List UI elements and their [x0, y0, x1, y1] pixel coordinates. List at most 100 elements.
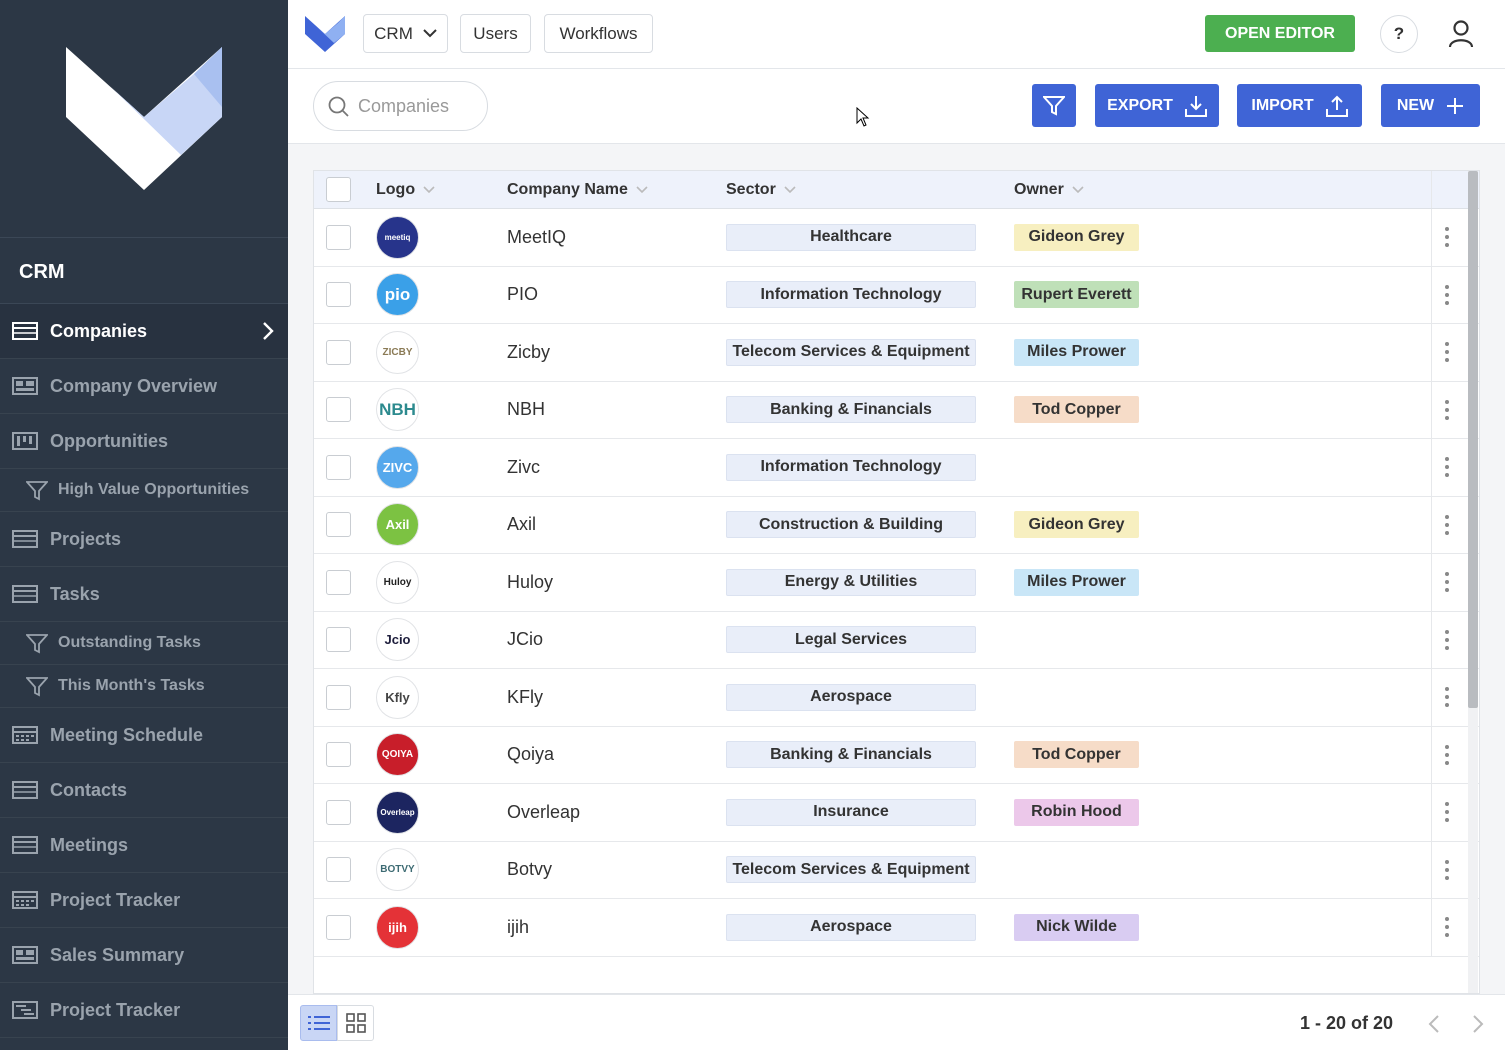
more-options-icon[interactable]	[1445, 859, 1449, 880]
more-options-icon[interactable]	[1445, 514, 1449, 535]
row-checkbox[interactable]	[326, 684, 351, 710]
list-view-button[interactable]	[300, 1005, 337, 1041]
row-checkbox[interactable]	[326, 339, 351, 365]
sidebar-item-opportunities[interactable]: Opportunities	[0, 414, 288, 469]
nav-crm-dropdown[interactable]: CRM	[363, 14, 448, 53]
more-options-icon[interactable]	[1445, 744, 1449, 765]
list-icon	[307, 1016, 330, 1030]
sidebar-item-project-tracker[interactable]: Project Tracker	[0, 983, 288, 1038]
table-row[interactable]: ZIVC Zivc Information Technology	[314, 439, 1479, 497]
filter-button[interactable]	[1032, 84, 1076, 127]
grid-view-button[interactable]	[337, 1005, 374, 1041]
more-options-icon[interactable]	[1445, 342, 1449, 363]
more-options-icon[interactable]	[1445, 572, 1449, 593]
column-header-owner[interactable]: Owner	[1014, 181, 1084, 199]
sidebar-item-project-tracker[interactable]: Project Tracker	[0, 873, 288, 928]
more-options-icon[interactable]	[1445, 284, 1449, 305]
nav-users[interactable]: Users	[460, 14, 531, 53]
table-row[interactable]: Jcio JCio Legal Services	[314, 611, 1479, 669]
column-divider	[1431, 784, 1432, 841]
sidebar-item-projects[interactable]: Projects	[0, 512, 288, 567]
row-checkbox[interactable]	[326, 512, 351, 538]
export-button[interactable]: EXPORT	[1095, 84, 1219, 127]
company-name[interactable]: PIO	[507, 284, 538, 305]
table-row[interactable]: Kfly KFly Aerospace	[314, 669, 1479, 727]
column-header-logo[interactable]: Logo	[376, 181, 435, 199]
row-checkbox[interactable]	[326, 397, 351, 423]
company-name[interactable]: Huloy	[507, 572, 553, 593]
row-checkbox[interactable]	[326, 282, 351, 308]
sidebar-item-companies[interactable]: Companies	[0, 304, 288, 359]
scrollbar-thumb[interactable]	[1468, 171, 1478, 708]
sidebar-item-company-overview[interactable]: Company Overview	[0, 359, 288, 414]
table-row[interactable]: Huloy Huloy Energy & Utilities Miles Prower	[314, 554, 1479, 612]
owner-tag: Gideon Grey	[1014, 223, 1139, 251]
new-button[interactable]: NEW	[1381, 84, 1480, 127]
sidebar-item-tasks[interactable]: Tasks	[0, 567, 288, 622]
more-options-icon[interactable]	[1445, 399, 1449, 420]
column-header-sector[interactable]: Sector	[726, 181, 796, 199]
company-name[interactable]: Qoiya	[507, 744, 554, 765]
column-header-company-name[interactable]: Company Name	[507, 181, 648, 199]
sidebar-item-label: This Month's Tasks	[58, 677, 205, 694]
company-name[interactable]: ijih	[507, 917, 529, 938]
company-name[interactable]: MeetIQ	[507, 227, 566, 248]
chevron-right-icon[interactable]	[1472, 1014, 1484, 1034]
table-row[interactable]: Axil Axil Construction & Building Gideon Gr…	[314, 496, 1479, 554]
more-options-icon[interactable]	[1445, 629, 1449, 650]
sidebar-item-meeting-schedule[interactable]: Meeting Schedule	[0, 708, 288, 763]
table-row[interactable]: meetiq MeetIQ Healthcare Gideon Grey	[314, 209, 1479, 267]
gantt-icon	[12, 1001, 38, 1019]
table-row[interactable]: NBH NBH Banking & Financials Tod Copper	[314, 381, 1479, 439]
row-checkbox[interactable]	[326, 742, 351, 768]
row-checkbox[interactable]	[326, 224, 351, 250]
row-checkbox[interactable]	[326, 454, 351, 480]
user-profile-icon[interactable]	[1448, 20, 1474, 48]
import-button[interactable]: IMPORT	[1237, 84, 1362, 127]
row-checkbox[interactable]	[326, 569, 351, 595]
company-name[interactable]: NBH	[507, 399, 545, 420]
company-name[interactable]: JCio	[507, 629, 543, 650]
chevron-left-icon[interactable]	[1428, 1014, 1440, 1034]
filter-icon	[24, 481, 50, 501]
filter-icon	[1043, 95, 1065, 116]
nav-workflows[interactable]: Workflows	[544, 14, 653, 53]
row-checkbox[interactable]	[326, 627, 351, 653]
open-editor-button[interactable]: OPEN EDITOR	[1205, 15, 1355, 52]
row-checkbox[interactable]	[326, 799, 351, 825]
app-logo-icon	[305, 16, 345, 52]
sidebar-item-label: Meetings	[50, 834, 129, 855]
company-name[interactable]: KFly	[507, 687, 543, 708]
more-options-icon[interactable]	[1445, 802, 1449, 823]
table-row[interactable]: QOIYA Qoiya Banking & Financials Tod Copper	[314, 726, 1479, 784]
search-input[interactable]	[358, 95, 478, 117]
row-checkbox[interactable]	[326, 857, 351, 883]
search-box[interactable]	[313, 81, 488, 131]
sidebar-item-sales-summary[interactable]: Sales Summary	[0, 928, 288, 983]
sidebar-item-contacts[interactable]: Contacts	[0, 763, 288, 818]
company-logo-text: Overleap	[380, 807, 415, 817]
more-options-icon[interactable]	[1445, 227, 1449, 248]
company-name[interactable]: Botvy	[507, 859, 552, 880]
company-name[interactable]: Zivc	[507, 457, 540, 478]
sidebar-item-outstanding-tasks[interactable]: Outstanding Tasks	[0, 622, 288, 665]
sector-tag: Banking & Financials	[726, 396, 976, 424]
row-checkbox[interactable]	[326, 914, 351, 940]
table-row[interactable]: ijih ijih Aerospace Nick Wilde	[314, 899, 1479, 957]
table-row[interactable]: pio PIO Information Technology Rupert Evere…	[314, 266, 1479, 324]
help-button[interactable]: ?	[1380, 15, 1418, 53]
sidebar-item-high-value-opportunities[interactable]: High Value Opportunities	[0, 469, 288, 512]
company-name[interactable]: Overleap	[507, 802, 580, 823]
company-name[interactable]: Zicby	[507, 342, 550, 363]
more-options-icon[interactable]	[1445, 917, 1449, 938]
table-row[interactable]: BOTVY Botvy Telecom Services & Equipment	[314, 841, 1479, 899]
select-all-checkbox[interactable]	[326, 177, 351, 202]
company-name[interactable]: Axil	[507, 514, 536, 535]
table-scrollbar[interactable]	[1468, 171, 1478, 993]
more-options-icon[interactable]	[1445, 687, 1449, 708]
table-row[interactable]: Overleap Overleap Insurance Robin Hood	[314, 784, 1479, 842]
sidebar-item-meetings[interactable]: Meetings	[0, 818, 288, 873]
more-options-icon[interactable]	[1445, 457, 1449, 478]
table-row[interactable]: ZICBY Zicby Telecom Services & Equipment Mi…	[314, 324, 1479, 382]
sidebar-item-this-month-s-tasks[interactable]: This Month's Tasks	[0, 665, 288, 708]
